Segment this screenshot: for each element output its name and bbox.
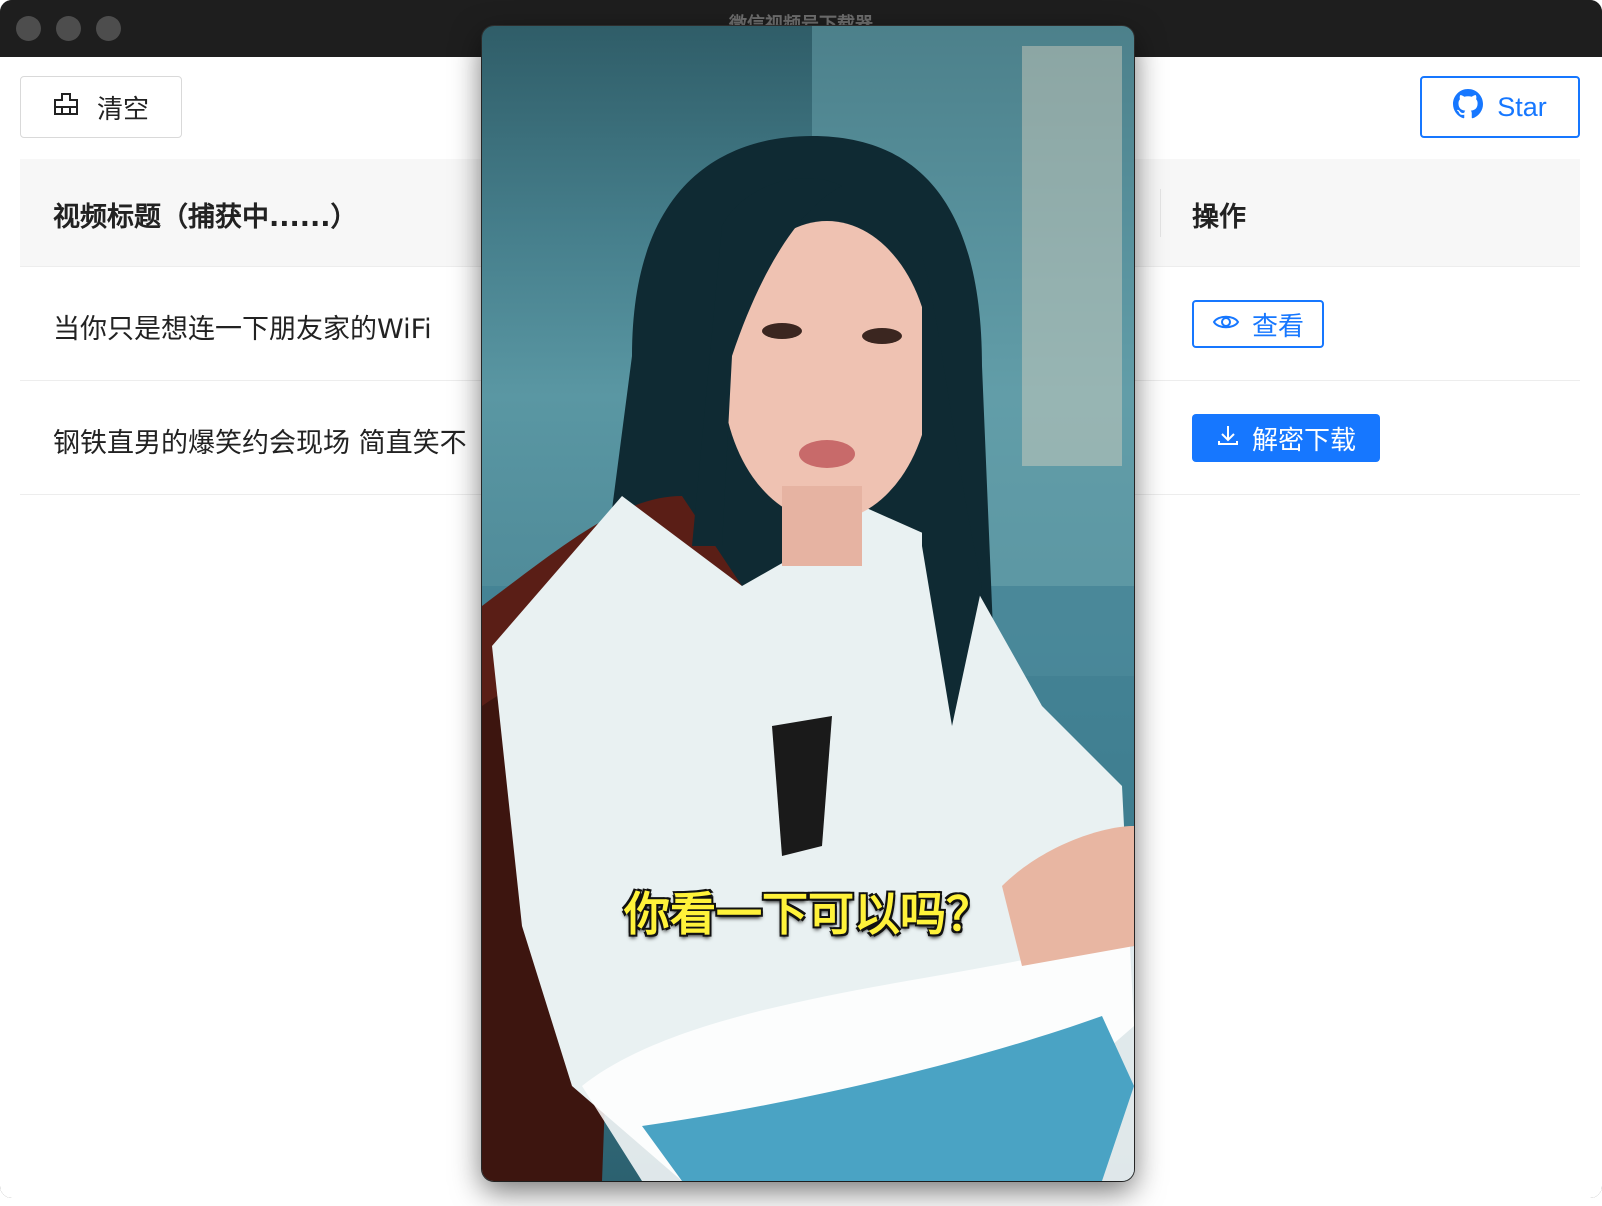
view-button-label: 查看 [1251, 311, 1304, 342]
clear-icon [53, 91, 79, 124]
decrypt-download-button[interactable]: 解密下载 [1192, 414, 1380, 462]
view-button[interactable]: 查看 [1192, 300, 1324, 348]
clear-button-label: 清空 [96, 94, 149, 125]
clear-button[interactable]: 清空 [20, 76, 182, 138]
video-subtitle: 你看一下可以吗？ [624, 887, 992, 941]
header-video-title: 视频标题（捕获中......） [53, 202, 358, 233]
eye-icon [1212, 309, 1240, 339]
download-icon [1216, 423, 1240, 454]
video-preview-player[interactable]: 你看一下可以吗？ [482, 26, 1134, 1181]
header-divider [1160, 189, 1161, 237]
github-star-button[interactable]: Star [1420, 76, 1580, 138]
video-frame-image [482, 26, 1134, 1181]
star-button-label: Star [1497, 91, 1547, 122]
video-title: 当你只是想连一下朋友家的WiFi [53, 314, 432, 345]
download-button-label: 解密下载 [1251, 425, 1356, 456]
header-action: 操作 [1192, 202, 1246, 233]
github-icon [1453, 88, 1484, 126]
video-title: 钢铁直男的爆笑约会现场 简直笑不 [53, 428, 467, 459]
